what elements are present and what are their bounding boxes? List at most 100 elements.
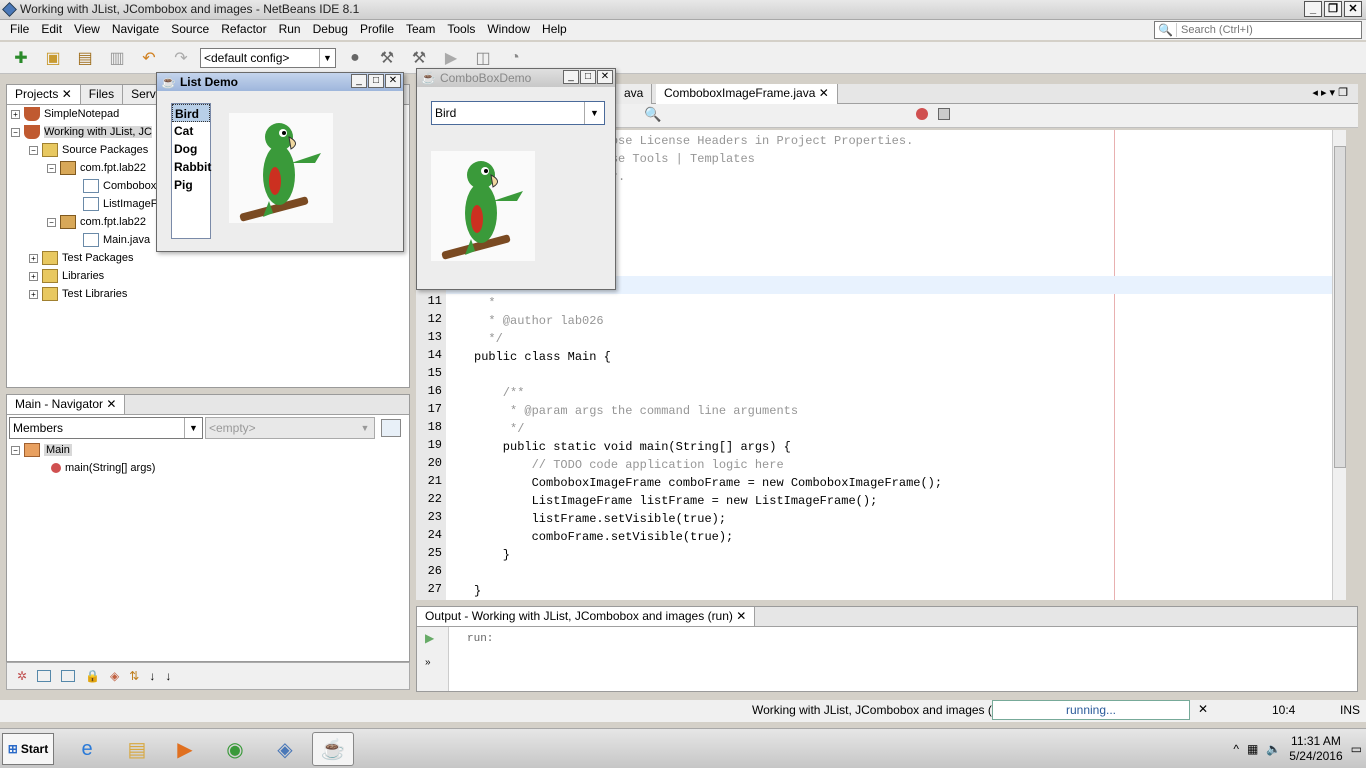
volume-icon[interactable]: 🔈 bbox=[1266, 742, 1281, 756]
tab-combobox-java[interactable]: ComboboxImageFrame.java ✕ bbox=[656, 84, 838, 104]
tree-item-simplenotepad[interactable]: + SimpleNotepad bbox=[11, 105, 119, 123]
list-item[interactable]: Cat bbox=[172, 122, 210, 140]
media-player-icon[interactable]: ▶ bbox=[164, 732, 206, 766]
close-button[interactable]: ✕ bbox=[385, 74, 401, 88]
navigator-root[interactable]: − Main bbox=[11, 441, 72, 459]
tree-item-file[interactable]: Main.java bbox=[83, 231, 150, 249]
clock[interactable]: 11:31 AM 5/24/2016 bbox=[1289, 734, 1342, 764]
inherited-icon[interactable]: ◈ bbox=[110, 669, 119, 683]
minimize-button[interactable]: _ bbox=[1304, 1, 1322, 17]
close-button[interactable]: ✕ bbox=[1344, 1, 1362, 17]
build-icon[interactable]: ⚒ bbox=[374, 45, 400, 71]
code-line: comboFrame.setVisible(true); bbox=[474, 530, 734, 544]
tree-item-file[interactable]: ListImageF bbox=[83, 195, 157, 213]
animal-combobox[interactable]: Bird ▼ bbox=[431, 101, 605, 125]
tree-item-package[interactable]: − com.fpt.lab22 bbox=[47, 213, 146, 231]
search-icon[interactable]: 🔍 bbox=[1155, 23, 1177, 37]
menu-file[interactable]: File bbox=[4, 20, 35, 40]
java-task-icon[interactable]: ☕ bbox=[312, 732, 354, 766]
navigator-method[interactable]: main (String[] args) bbox=[51, 459, 155, 477]
tree-item-libraries[interactable]: + Libraries bbox=[29, 267, 104, 285]
new-file-icon[interactable]: ✚ bbox=[8, 45, 34, 71]
list-item[interactable]: Dog bbox=[172, 140, 210, 158]
minimize-button[interactable]: _ bbox=[563, 70, 579, 84]
menu-help[interactable]: Help bbox=[536, 20, 573, 40]
tree-item-test-libraries[interactable]: + Test Libraries bbox=[29, 285, 127, 303]
tree-item-source-packages[interactable]: − Source Packages bbox=[29, 141, 148, 159]
method-icon bbox=[51, 463, 61, 473]
list-item[interactable]: Pig bbox=[172, 176, 210, 194]
config-select[interactable]: <default config> ▼ bbox=[200, 47, 336, 68]
tab-output[interactable]: Output - Working with JList, JCombobox a… bbox=[417, 607, 756, 626]
members-select[interactable]: Members ▼ bbox=[9, 417, 203, 439]
ie-icon[interactable]: e bbox=[66, 732, 108, 766]
profile-icon[interactable]: ◔ bbox=[502, 45, 528, 71]
cancel-icon[interactable]: ✕ bbox=[1198, 702, 1208, 716]
maximize-button[interactable]: □ bbox=[368, 74, 384, 88]
menu-profile[interactable]: Profile bbox=[354, 20, 400, 40]
search-input[interactable] bbox=[1177, 24, 1357, 36]
menu-source[interactable]: Source bbox=[165, 20, 215, 40]
debug-icon[interactable]: ◫ bbox=[470, 45, 496, 71]
tray-expand-icon[interactable]: ^ bbox=[1233, 742, 1239, 756]
netbeans-icon[interactable]: ◈ bbox=[264, 732, 306, 766]
stop-macro-icon[interactable] bbox=[938, 108, 950, 120]
sort-order-icon[interactable]: ↓ bbox=[165, 669, 171, 683]
menu-debug[interactable]: Debug bbox=[307, 20, 354, 40]
network-icon[interactable]: ▦ bbox=[1247, 742, 1258, 756]
record-macro-icon[interactable] bbox=[916, 108, 928, 120]
sort-alpha-icon[interactable]: ↓ bbox=[149, 669, 155, 683]
project-icon bbox=[24, 125, 40, 139]
tab-main-java[interactable]: ava bbox=[616, 84, 653, 104]
chevron-down-icon[interactable]: ▼ bbox=[584, 102, 604, 124]
list-item[interactable]: Rabbit bbox=[172, 158, 211, 176]
undo-icon[interactable]: ↶ bbox=[136, 45, 162, 71]
menu-refactor[interactable]: Refactor bbox=[215, 20, 272, 40]
menu-navigate[interactable]: Navigate bbox=[106, 20, 165, 40]
tree-item-test-packages[interactable]: + Test Packages bbox=[29, 249, 134, 267]
new-project-icon[interactable]: ▣ bbox=[40, 45, 66, 71]
show-desktop-icon[interactable]: ▭ bbox=[1351, 742, 1362, 756]
maximize-button[interactable]: □ bbox=[580, 70, 596, 84]
animal-list[interactable]: Bird Cat Dog Rabbit Pig bbox=[171, 103, 211, 239]
globe-icon[interactable]: ● bbox=[342, 45, 368, 71]
lock-icon[interactable]: 🔒 bbox=[85, 669, 100, 683]
maximize-button[interactable]: ❐ bbox=[1324, 1, 1342, 17]
tab-files[interactable]: Files bbox=[80, 85, 124, 104]
filter-icon[interactable] bbox=[381, 419, 401, 437]
menu-window[interactable]: Window bbox=[481, 20, 536, 40]
tree-item-project[interactable]: − Working with JList, JC bbox=[11, 123, 152, 141]
redo-icon[interactable]: ↷ bbox=[168, 45, 194, 71]
more-icon[interactable]: » bbox=[425, 657, 431, 668]
title-bar: Working with JList, JCombobox and images… bbox=[0, 0, 1366, 20]
list-item[interactable]: Bird bbox=[172, 104, 210, 122]
close-button[interactable]: ✕ bbox=[597, 70, 613, 84]
tab-projects[interactable]: Projects ✕ bbox=[7, 85, 81, 104]
menu-run[interactable]: Run bbox=[273, 20, 307, 40]
tree-item-file[interactable]: Combobox bbox=[83, 177, 156, 195]
open-project-icon[interactable]: ▤ bbox=[72, 45, 98, 71]
menu-tools[interactable]: Tools bbox=[441, 20, 481, 40]
run-icon[interactable]: ▶ bbox=[438, 45, 464, 71]
editor-scrollbar[interactable] bbox=[1332, 130, 1346, 600]
static-icon[interactable] bbox=[61, 670, 76, 682]
minimize-button[interactable]: _ bbox=[351, 74, 367, 88]
code-line: ListImageFrame listFrame = new ListImage… bbox=[474, 494, 878, 508]
menu-team[interactable]: Team bbox=[400, 20, 441, 40]
find-icon[interactable]: 🔍 bbox=[644, 106, 661, 123]
chrome-icon[interactable]: ◉ bbox=[214, 732, 256, 766]
menu-edit[interactable]: Edit bbox=[35, 20, 68, 40]
save-all-icon[interactable]: ▥ bbox=[104, 45, 130, 71]
menu-view[interactable]: View bbox=[68, 20, 106, 40]
fields-icon[interactable] bbox=[37, 670, 52, 682]
hierarchy-icon[interactable]: ✲ bbox=[17, 669, 27, 683]
start-button[interactable]: ⊞ Start bbox=[2, 733, 54, 765]
folder-icon bbox=[42, 251, 58, 265]
tab-navigator[interactable]: Main - Navigator ✕ bbox=[7, 395, 126, 414]
clean-build-icon[interactable]: ⚒ bbox=[406, 45, 432, 71]
explorer-icon[interactable]: ▤ bbox=[116, 732, 158, 766]
tree-item-package[interactable]: − com.fpt.lab22 bbox=[47, 159, 146, 177]
tab-nav-icon[interactable]: ◂ ▸ ▾ ❐ bbox=[1312, 86, 1348, 99]
sort-icon[interactable]: ⇅ bbox=[129, 669, 139, 683]
rerun-icon[interactable]: ▶ bbox=[425, 631, 434, 645]
